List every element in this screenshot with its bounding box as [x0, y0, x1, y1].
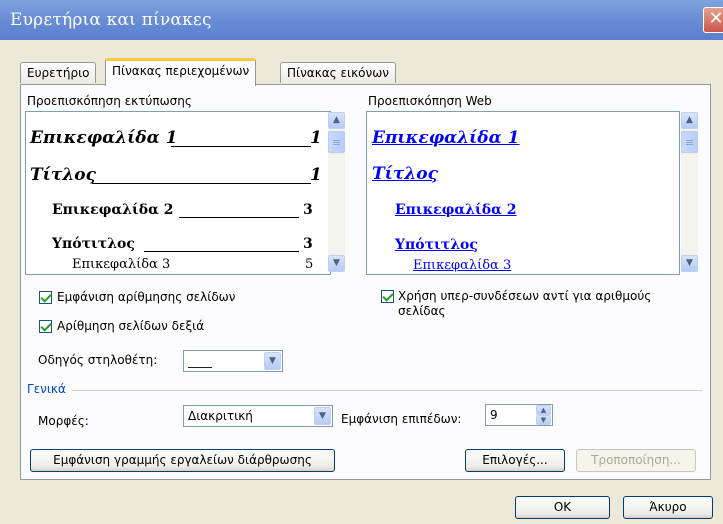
leader-line	[179, 217, 299, 218]
print-preview-text: Επικεφαλίδα 1	[30, 128, 178, 148]
leader-line	[171, 146, 311, 147]
spin-up-icon[interactable]: ▲	[536, 405, 551, 415]
tab-table-of-figures[interactable]: Πίνακας εικόνων	[280, 62, 396, 83]
grip-icon	[333, 140, 340, 141]
formats-select[interactable]: Διακριτική ▼	[183, 405, 333, 427]
tab-table-of-contents[interactable]: Πίνακας περιεχομένων	[105, 58, 257, 86]
close-icon[interactable]: ✕	[703, 7, 723, 33]
print-preview-scrollbar[interactable]: ▲ ▼	[328, 112, 345, 272]
print-preview-page: 1	[310, 165, 322, 185]
formats-label: Μορφές:	[38, 414, 89, 428]
tab-index[interactable]: Ευρετήριο	[20, 62, 97, 83]
web-preview-link[interactable]: Επικεφαλίδα 2	[395, 202, 516, 218]
print-preview-page: 1	[310, 128, 322, 148]
print-preview-box: Επικεφαλίδα 1 1 Τίτλος 1 Επικεφαλίδα 2 3…	[25, 111, 331, 275]
options-button[interactable]: Επιλογές...	[465, 449, 565, 472]
web-preview-label: Προεπισκόπηση Web	[368, 94, 492, 108]
show-page-numbers-label[interactable]: Εμφάνιση αρίθμησης σελίδων	[57, 290, 235, 304]
web-preview-link[interactable]: Τίτλος	[372, 164, 438, 184]
tab-leader-value: ____	[188, 354, 212, 368]
grip-icon	[333, 144, 340, 145]
print-preview-page: 3	[303, 202, 313, 218]
print-preview-line: Επικεφαλίδα 1	[30, 128, 177, 148]
print-preview-text: Επικεφαλίδα 2	[52, 202, 174, 218]
cancel-button[interactable]: Άκυρο	[623, 496, 713, 519]
right-align-label[interactable]: Αρίθμηση σελίδων δεξιά	[57, 319, 204, 333]
general-group-label: Γενικά	[27, 382, 66, 396]
grip-icon	[686, 144, 693, 145]
chevron-down-icon[interactable]: ▼	[314, 407, 331, 425]
print-preview-label: Προεπισκόπηση εκτύπωσης	[27, 94, 192, 108]
grip-icon	[686, 140, 693, 141]
formats-value: Διακριτική	[188, 409, 253, 423]
show-page-numbers-checkbox[interactable]	[39, 291, 52, 304]
group-divider	[72, 390, 702, 391]
right-align-checkbox[interactable]	[39, 320, 52, 333]
scroll-up-icon[interactable]: ▲	[328, 112, 345, 129]
scroll-thumb[interactable]	[328, 131, 345, 153]
web-preview-link[interactable]: Επικεφαλίδα 3	[413, 258, 511, 273]
hyperlinks-label-line1[interactable]: Χρήση υπερ-συνδέσεων αντί για αριθμούς	[398, 289, 651, 303]
web-preview-box: Επικεφαλίδα 1 Τίτλος Επικεφαλίδα 2 Υπότι…	[366, 111, 680, 275]
show-levels-spinner[interactable]: 9 ▲ ▼	[485, 404, 553, 426]
scroll-thumb[interactable]	[681, 131, 698, 153]
scroll-down-icon[interactable]: ▼	[681, 255, 698, 272]
print-preview-text: Επικεφαλίδα 3	[72, 257, 171, 272]
window-title: Ευρετήρια και πίνακες	[10, 10, 212, 30]
print-preview-text: Τίτλος	[30, 165, 96, 185]
scroll-up-icon[interactable]: ▲	[681, 112, 698, 129]
hyperlinks-label-line2[interactable]: σελίδας	[398, 304, 446, 318]
ok-button[interactable]: OK	[515, 496, 610, 519]
print-preview-page: 3	[303, 236, 313, 252]
web-preview-link[interactable]: Υπότιτλος	[395, 237, 478, 253]
tab-leader-select[interactable]: ____ ▼	[183, 350, 283, 372]
hyperlinks-checkbox[interactable]	[381, 290, 394, 303]
print-preview-text: Υπότιτλος	[52, 236, 135, 252]
leader-line	[144, 251, 299, 252]
tab-leader-label: Οδηγός στηλοθέτη:	[38, 353, 158, 367]
spinner-buttons[interactable]: ▲ ▼	[536, 405, 551, 425]
web-preview-link[interactable]: Επικεφαλίδα 1	[372, 128, 519, 148]
show-levels-value: 9	[490, 408, 498, 422]
chevron-down-icon[interactable]: ▼	[264, 352, 281, 370]
show-levels-label: Εμφάνιση επιπέδων:	[341, 412, 462, 426]
title-bar: Ευρετήρια και πίνακες ✕	[0, 0, 723, 40]
scroll-down-icon[interactable]: ▼	[328, 255, 345, 272]
spin-down-icon[interactable]: ▼	[536, 415, 551, 425]
grip-icon	[686, 142, 693, 143]
leader-line	[92, 183, 311, 184]
grip-icon	[333, 142, 340, 143]
modify-button[interactable]: Τροποποίηση...	[576, 449, 696, 472]
show-outlining-toolbar-button[interactable]: Εμφάνιση γραμμής εργαλείων διάρθρωσης	[30, 449, 335, 472]
print-preview-page: 5	[305, 257, 314, 272]
web-preview-scrollbar[interactable]: ▲ ▼	[681, 112, 698, 272]
